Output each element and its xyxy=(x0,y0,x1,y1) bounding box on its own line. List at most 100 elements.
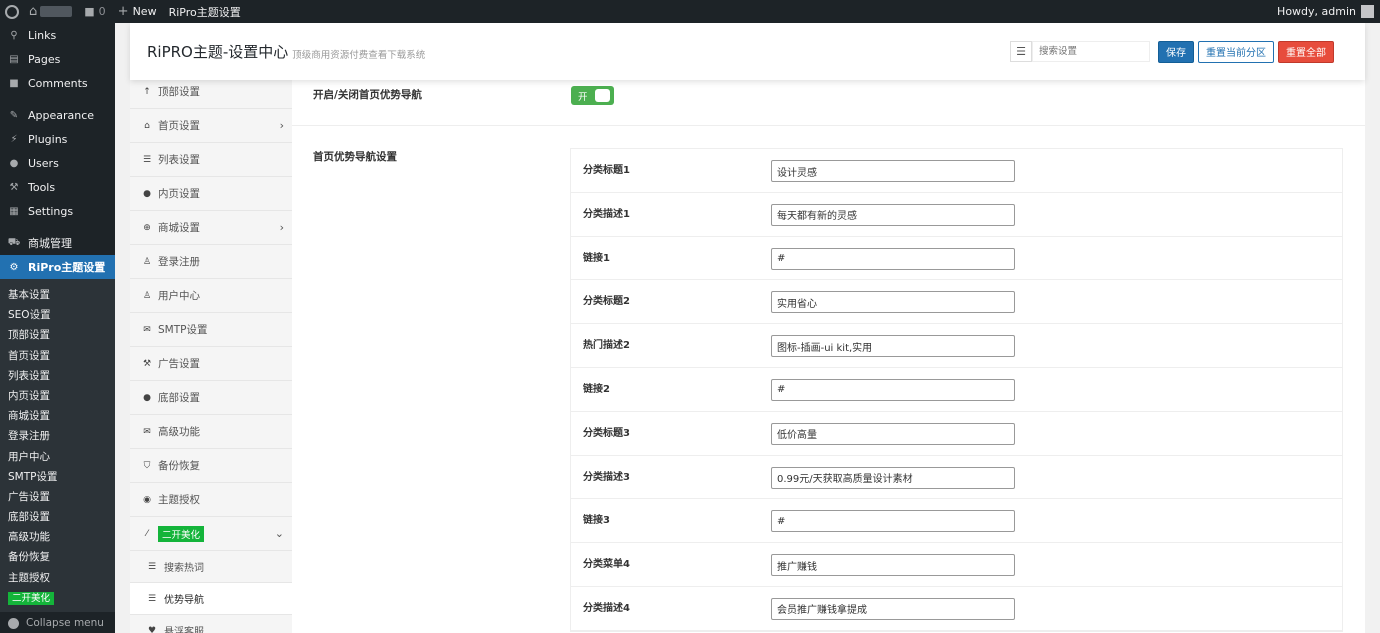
nav-item[interactable]: ♙ 用户中心 xyxy=(130,279,292,313)
admin-submenu-item[interactable]: 二开美化 xyxy=(0,588,115,608)
admin-menu-label: Comments xyxy=(28,76,88,90)
admin-submenu-label: 底部设置 xyxy=(8,511,50,524)
field-input[interactable] xyxy=(771,335,1015,358)
pages-icon: ▤ xyxy=(9,53,19,65)
field-label: 分类标题1 xyxy=(583,165,630,176)
field-row: 热门描述2 xyxy=(571,324,1342,368)
nav-item[interactable]: ♙ 登录注册 xyxy=(130,245,292,279)
field-input[interactable] xyxy=(771,247,1015,270)
admin-submenu-item[interactable]: SEO设置 xyxy=(0,305,115,325)
plus-circle-icon: ⊕ xyxy=(143,222,151,233)
list-icon: ☰ xyxy=(142,154,152,165)
admin-submenu-item[interactable]: 登录注册 xyxy=(0,426,115,446)
admin-submenu-item[interactable]: 广告设置 xyxy=(0,487,115,507)
admin-submenu-item[interactable]: 列表设置 xyxy=(0,366,115,386)
admin-menu-item[interactable]: ■ Comments xyxy=(0,71,115,95)
nav-item[interactable]: ⊕ 商城设置 › xyxy=(130,211,292,245)
field-input[interactable] xyxy=(771,597,1015,620)
nav-item-label: 顶部设置 xyxy=(158,86,200,98)
reset-section-button[interactable]: 重置当前分区 xyxy=(1198,40,1274,63)
admin-submenu-item[interactable]: 底部设置 xyxy=(0,507,115,527)
nav-item[interactable]: ✉ 高级功能 xyxy=(130,415,292,449)
nav-item[interactable]: ⚒ 广告设置 xyxy=(130,347,292,381)
field-row: 链接2 xyxy=(571,367,1342,412)
field-row: 分类菜单4 xyxy=(571,543,1342,587)
expand-menu-icon[interactable]: ☰ xyxy=(1010,41,1032,62)
new-label: New xyxy=(132,5,157,18)
admin-submenu-label: 二开美化 xyxy=(8,591,55,605)
nav-subitem-label: 搜索热词 xyxy=(164,563,204,574)
admin-menu-item[interactable]: ✎ Appearance xyxy=(0,103,115,127)
new-content-link[interactable]: + New xyxy=(112,0,163,23)
admin-menu-item[interactable]: ⚒ Tools xyxy=(0,175,115,199)
nav-subitem[interactable]: ☰ 搜索热词 xyxy=(130,551,292,583)
admin-submenu-item[interactable]: 商城设置 xyxy=(0,406,115,426)
nav-subitem[interactable]: ♥ 悬浮客服 xyxy=(130,615,292,633)
admin-menu-item[interactable]: ▤ Pages xyxy=(0,47,115,71)
field-input[interactable] xyxy=(771,510,1015,533)
field-input[interactable] xyxy=(771,378,1015,401)
avatar[interactable] xyxy=(1361,5,1374,18)
admin-submenu-item[interactable]: 首页设置 xyxy=(0,346,115,366)
admin-submenu-item[interactable]: 用户中心 xyxy=(0,447,115,467)
field-input[interactable] xyxy=(771,554,1015,577)
site-name-redacted xyxy=(40,6,73,17)
nav-item[interactable]: ◉ 主题授权 xyxy=(130,483,292,517)
admin-submenu-label: 基本设置 xyxy=(8,289,50,301)
collapse-menu-button[interactable]: Collapse menu xyxy=(0,613,104,633)
admin-menu-item[interactable]: ⚡ Plugins xyxy=(0,127,115,151)
comments-link[interactable]: ■ 0 xyxy=(78,0,111,23)
admin-submenu-item[interactable]: 内页设置 xyxy=(0,386,115,406)
admin-submenu-label: 高级功能 xyxy=(8,531,50,544)
site-name[interactable]: ⌂ xyxy=(23,0,78,23)
admin-submenu-item[interactable]: 主题授权 xyxy=(0,568,115,588)
nav-item[interactable]: ⌂ 首页设置 › xyxy=(130,109,292,143)
admin-menu-item[interactable]: ⚲ Links xyxy=(0,23,115,47)
circle-icon: ● xyxy=(143,188,151,199)
admin-menu-item[interactable]: ● Users xyxy=(0,151,115,175)
nav-item-label: 登录注册 xyxy=(158,256,200,268)
admin-submenu-item[interactable]: 顶部设置 xyxy=(0,325,115,345)
nav-item[interactable]: ☰ 列表设置 xyxy=(130,143,292,177)
nav-item-label: 二开美化 xyxy=(158,525,205,542)
field-input[interactable] xyxy=(771,203,1015,226)
nav-subitem-label: 悬浮客服 xyxy=(164,627,204,633)
admin-submenu-item[interactable]: 基本设置 xyxy=(0,285,115,305)
field-label: 分类标题3 xyxy=(583,427,630,439)
wordpress-logo-icon[interactable] xyxy=(0,0,23,23)
nav-item[interactable]: ● 内页设置 xyxy=(130,177,292,211)
search-input[interactable] xyxy=(1032,41,1150,62)
admin-menu-item[interactable]: ⚙ RiPro主题设置 xyxy=(0,255,115,279)
nav-item-label: 列表设置 xyxy=(158,154,200,166)
field-input[interactable] xyxy=(771,160,1015,182)
nav-subitem-label: 优势导航 xyxy=(164,595,204,606)
nav-item[interactable]: ⁄ 二开美化 ⌄ xyxy=(130,517,292,551)
field-input[interactable] xyxy=(771,466,1015,489)
admin-submenu: 基本设置 SEO设置顶部设置首页设置 列表设置 内页设置 商城设置 登录注册 用户中心 SMT… xyxy=(0,279,115,612)
admin-menu-item[interactable]: ▦ Settings xyxy=(0,199,115,223)
admin-submenu-item[interactable]: 高级功能 xyxy=(0,527,115,547)
nav-item[interactable]: ● 底部设置 xyxy=(130,381,292,415)
eye-icon: ◉ xyxy=(143,494,151,505)
field-input[interactable] xyxy=(771,422,1015,445)
field-input[interactable] xyxy=(771,291,1015,314)
chevron-right-icon: › xyxy=(279,119,284,132)
enable-nav-toggle[interactable]: 开 xyxy=(571,86,614,105)
reset-all-button[interactable]: 重置全部 xyxy=(1278,40,1334,63)
nav-item-label: 底部设置 xyxy=(158,392,200,404)
field-label: 热门描述2 xyxy=(583,340,630,352)
howdy-greeting[interactable]: Howdy, admin xyxy=(1277,5,1356,18)
list-icon: ☰ xyxy=(148,593,157,604)
field-label: 分类描述1 xyxy=(583,208,630,220)
nav-item[interactable]: ↑ 顶部设置 xyxy=(130,75,292,109)
admin-submenu-label: 顶部设置 xyxy=(8,329,50,342)
admin-submenu-item[interactable]: SMTP设置 xyxy=(0,467,115,487)
nav-item[interactable]: ✉ SMTP设置 xyxy=(130,313,292,347)
admin-submenu-item[interactable]: 备份恢复 xyxy=(0,547,115,567)
nav-item[interactable]: ⛉ 备份恢复 xyxy=(130,449,292,483)
nav-subitem[interactable]: ☰ 优势导航 xyxy=(130,583,292,615)
save-button[interactable]: 保存 xyxy=(1158,40,1194,63)
admin-menu-item[interactable]: ⛟ 商城管理 xyxy=(0,231,115,255)
theme-settings-link[interactable]: RiPro主题设置 xyxy=(163,0,247,23)
gear-icon: ⚙ xyxy=(9,261,19,273)
